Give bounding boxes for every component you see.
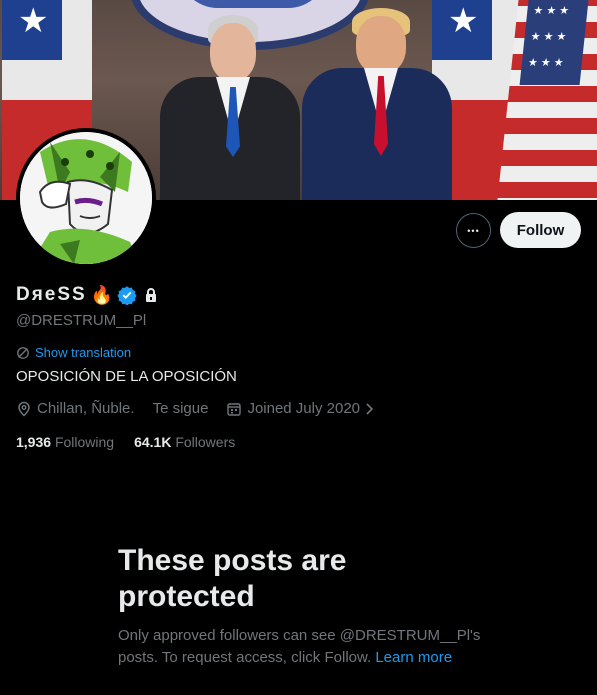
calendar-icon xyxy=(226,401,242,417)
follows-you-text: Te sigue xyxy=(152,400,209,417)
profile-bio: OPOSICIÓN DE LA OPOSICIÓN xyxy=(16,368,237,385)
chevron-right-icon xyxy=(365,402,375,416)
following-count: 1,936 xyxy=(16,434,52,450)
profile-name-row: DяeSS 🔥 xyxy=(16,284,159,306)
location-item: Chillan, Ñuble. xyxy=(16,400,135,417)
following-link[interactable]: 1,936 Following xyxy=(16,434,114,450)
protected-text: Only approved followers can see @DRESTRU… xyxy=(118,625,498,669)
display-name: DяeSS xyxy=(16,284,87,305)
follow-button[interactable]: Follow xyxy=(500,212,581,248)
protected-title-line2: protected xyxy=(118,580,255,613)
protected-text-line2: posts. To request access, click Follow. xyxy=(118,649,372,666)
lock-icon xyxy=(143,287,159,303)
joined-item[interactable]: Joined July 2020 xyxy=(226,400,375,417)
verified-icon[interactable] xyxy=(117,285,137,305)
followers-count: 64.1K xyxy=(134,434,172,450)
following-label: Following xyxy=(54,434,115,450)
protected-notice: These posts are protected Only approved … xyxy=(118,543,498,669)
location-icon xyxy=(16,401,32,417)
more-options-button[interactable]: ••• xyxy=(456,213,491,248)
protected-text-line1: Only approved followers can see @DRESTRU… xyxy=(118,627,481,644)
follows-you-item: Te sigue xyxy=(153,400,209,417)
joined-text: Joined July 2020 xyxy=(247,400,361,417)
show-translation-label[interactable]: Show translation xyxy=(35,345,131,360)
location-text: Chillan, Ñuble. xyxy=(37,400,135,417)
protected-title: These posts are protected xyxy=(118,543,498,615)
more-icon: ••• xyxy=(467,225,480,236)
avatar-image xyxy=(20,132,152,264)
profile-avatar[interactable] xyxy=(16,128,156,268)
protected-title-line1: These posts are xyxy=(118,544,347,577)
profile-handle: @DRESTRUM__Pl xyxy=(16,312,147,329)
banner-person-right xyxy=(302,8,452,200)
followers-label: Followers xyxy=(175,434,236,450)
follow-stats: 1,936 Following 64.1K Followers xyxy=(16,434,235,450)
followers-link[interactable]: 64.1K Followers xyxy=(134,434,235,450)
learn-more-link[interactable]: Learn more xyxy=(375,649,452,666)
profile-meta: Chillan, Ñuble. Te sigue Joined July 202… xyxy=(16,400,393,417)
translate-icon xyxy=(16,346,30,360)
show-translation-link[interactable]: Show translation xyxy=(16,345,131,360)
banner-person-left xyxy=(160,15,300,200)
fire-emoji: 🔥 xyxy=(90,284,114,305)
